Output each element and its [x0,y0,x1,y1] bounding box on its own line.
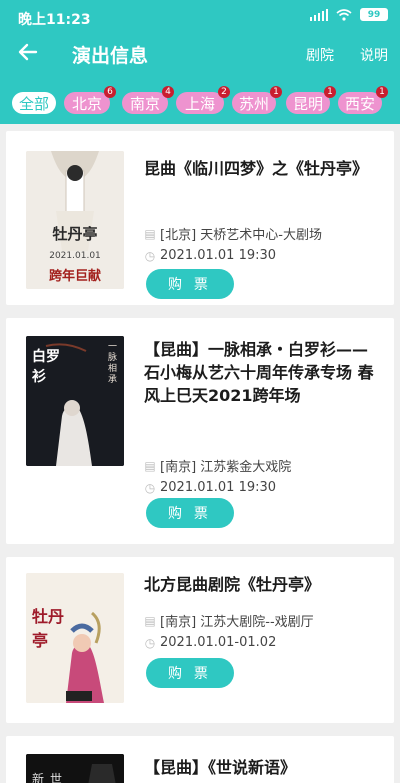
page-title: 演出信息 [72,45,149,67]
venue-text: [南京] 江苏紫金大戏院 [160,460,292,475]
clock-icon: ◷ [144,635,156,650]
building-icon: ▤ [144,613,156,628]
poster-title: 牡丹亭 [52,225,98,243]
buy-ticket-button[interactable]: 购 票 [146,498,234,528]
poster-subtitle: 2021.01.01 [49,251,101,261]
buy-ticket-button[interactable]: 购 票 [146,269,234,299]
city-chip-label: 苏州 [238,94,269,113]
poster-tag: 跨年巨献 [48,269,101,284]
count-badge: 1 [270,86,282,98]
back-button[interactable] [16,40,40,64]
city-chip-kunming[interactable]: 昆明 1 [286,86,336,114]
event-title[interactable]: 北方昆曲剧院《牡丹亭》 [144,573,382,596]
building-icon: ▤ [144,226,156,241]
city-chip-label: 昆明 [292,94,323,113]
event-card[interactable]: 牡丹亭 北方昆曲剧院《牡丹亭》 ▤ [南京] 江苏大剧院--戏剧厅 ◷ 2021.0… [6,557,394,723]
poster-subtitle: 一脉相承 [108,342,118,385]
building-icon: ▤ [144,458,156,473]
buy-ticket-button[interactable]: 购 票 [146,658,234,688]
venue-text: [南京] 江苏大剧院--戏剧厅 [160,615,314,630]
city-chip-label: 北京 [71,94,102,113]
theaters-link[interactable]: 剧院 [306,45,334,65]
city-chip-label: 上海 [184,94,215,113]
city-chip-all[interactable]: 全部 [12,92,56,114]
help-link[interactable]: 说明 [360,45,388,65]
wifi-icon [336,8,352,21]
battery-icon: 99 [360,8,388,21]
city-chip-beijing[interactable]: 北京 6 [64,86,116,114]
app-header: 晚上11:23 99 演出信息 剧院 说明 全部 北京 6 南京 4 上海 2 苏州 1… [0,0,400,124]
event-title[interactable]: 昆曲《临川四梦》之《牡丹亭》 [144,157,382,180]
signal-icon [310,8,328,21]
count-badge: 4 [162,86,174,98]
arrow-left-icon [18,43,38,61]
city-chip-suzhou[interactable]: 苏州 1 [232,86,282,114]
event-poster[interactable]: 牡丹亭 2021.01.01 跨年巨献 [26,151,124,289]
event-time: ◷ 2021.01.01 19:30 [144,248,276,263]
city-chip-label: 西安 [344,94,375,113]
time-text: 2021.01.01 19:30 [160,248,277,263]
event-poster[interactable]: 白罗衫 一脉相承 [26,336,124,466]
city-chip-nanjing[interactable]: 南京 4 [122,86,174,114]
event-card[interactable]: 白罗衫 一脉相承 【昆曲】一脉相承・白罗衫——石小梅从艺六十周年传承专场 春风上… [6,318,394,544]
event-poster[interactable]: 新世 [26,754,124,783]
time-text: 2021.01.01 19:30 [160,480,277,495]
status-icons: 99 [310,8,388,21]
event-list[interactable]: 牡丹亭 2021.01.01 跨年巨献 昆曲《临川四梦》之《牡丹亭》 ▤ [北京]… [0,124,400,783]
clock-icon: ◷ [144,248,156,263]
city-filter-bar: 全部 北京 6 南京 4 上海 2 苏州 1 昆明 1 西安 1 [8,84,398,114]
event-card[interactable]: 新世 【昆曲】《世说新语》 [6,736,394,783]
event-poster[interactable]: 牡丹亭 [26,573,124,703]
count-badge: 6 [104,86,116,98]
event-card[interactable]: 牡丹亭 2021.01.01 跨年巨献 昆曲《临川四梦》之《牡丹亭》 ▤ [北京]… [6,131,394,305]
event-title[interactable]: 【昆曲】《世说新语》 [144,756,382,779]
poster-title: 白罗衫 [32,349,60,385]
event-time: ◷ 2021.01.01-01.02 [144,635,277,650]
city-chip-xian[interactable]: 西安 1 [338,86,388,114]
event-venue: ▤ [北京] 天桥艺术中心-大剧场 [144,224,322,244]
count-badge: 2 [218,86,230,98]
status-time: 晚上11:23 [18,12,91,28]
time-text: 2021.01.01-01.02 [160,635,277,650]
city-chip-label: 南京 [129,94,160,113]
count-badge: 1 [324,86,336,98]
venue-text: [北京] 天桥艺术中心-大剧场 [160,228,322,243]
city-chip-label: 全部 [18,94,49,113]
event-title[interactable]: 【昆曲】一脉相承・白罗衫——石小梅从艺六十周年传承专场 春风上巳天2021跨年场 [144,338,382,407]
poster-title: 牡丹亭 [32,607,65,650]
event-venue: ▤ [南京] 江苏大剧院--戏剧厅 [144,611,314,631]
event-venue: ▤ [南京] 江苏紫金大戏院 [144,456,292,476]
city-chip-shanghai[interactable]: 上海 2 [176,86,230,114]
event-time: ◷ 2021.01.01 19:30 [144,480,276,495]
count-badge: 1 [376,86,388,98]
clock-icon: ◷ [144,480,156,495]
poster-title: 新世 [32,772,69,783]
